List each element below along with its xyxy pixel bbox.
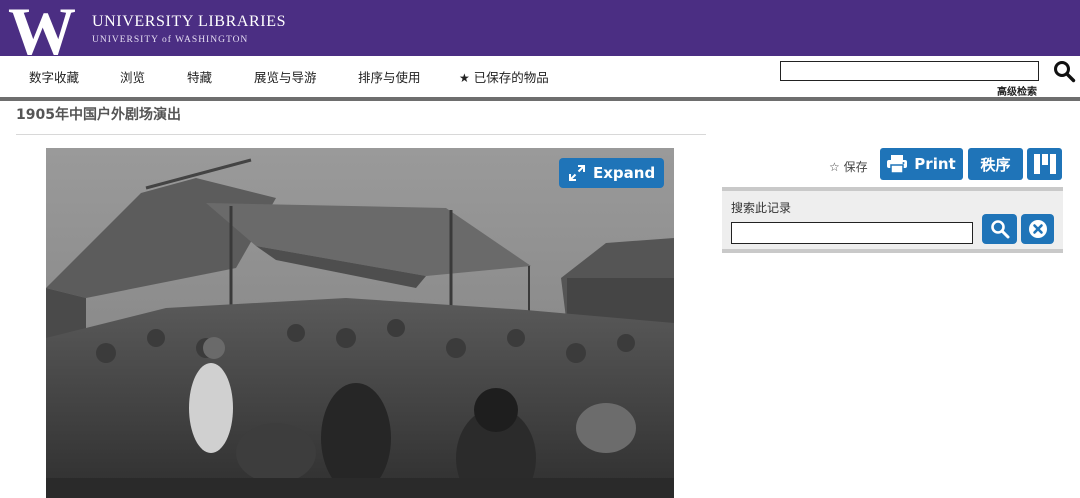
record-search-label: 搜索此记录 <box>731 201 792 215</box>
save-label: 保存 <box>843 160 868 174</box>
order-button[interactable]: 秩序 <box>968 148 1023 180</box>
expand-button[interactable]: Expand <box>559 158 664 188</box>
nav-item-exhibits[interactable]: 展览与导游 <box>254 67 317 86</box>
star-outline-icon: ☆ <box>829 160 840 174</box>
page-title: 1905年中国户外剧场演出 <box>16 107 181 123</box>
uw-logo-icon[interactable]: W <box>2 2 82 56</box>
photo-graphic <box>46 148 674 498</box>
nav-item-digital-collections[interactable]: 数字收藏 <box>29 67 79 86</box>
record-search-panel: 搜索此记录 <box>722 187 1063 253</box>
nav-item-special-collections[interactable]: 特藏 <box>187 67 212 86</box>
printer-icon <box>887 155 908 173</box>
nav-divider <box>0 97 1080 101</box>
star-icon: ★ <box>459 71 470 85</box>
save-link[interactable]: ☆ 保存 <box>829 158 868 175</box>
record-search-button[interactable] <box>982 214 1017 244</box>
brand-subtitle: UNIVERSITY of WASHINGTON <box>92 35 249 45</box>
view-toggle-button[interactable] <box>1027 148 1062 180</box>
expand-label: Expand <box>593 164 656 182</box>
expand-arrows-icon <box>569 165 585 181</box>
nav-item-saved-items[interactable]: ★ 已保存的物品 <box>459 67 549 86</box>
record-search-input[interactable] <box>731 222 973 244</box>
saved-items-label: 已保存的物品 <box>473 70 549 85</box>
svg-text:W: W <box>8 2 76 56</box>
title-divider <box>16 134 706 135</box>
main-nav: 数字收藏 浏览 特藏 展览与导游 排序与使用 ★ 已保存的物品 高级检索 <box>0 56 1080 98</box>
brand-title[interactable]: UNIVERSITY LIBRARIES <box>92 13 286 31</box>
search-icon[interactable] <box>1052 59 1076 83</box>
search-icon <box>990 220 1009 239</box>
advanced-search-link[interactable]: 高级检索 <box>997 83 1037 98</box>
nav-item-browse[interactable]: 浏览 <box>120 67 145 86</box>
print-label: Print <box>914 155 956 173</box>
columns-icon <box>1033 154 1056 174</box>
item-image[interactable] <box>46 148 674 498</box>
search-input[interactable] <box>780 61 1039 81</box>
print-button[interactable]: Print <box>880 148 963 180</box>
nav-item-order-use[interactable]: 排序与使用 <box>358 67 421 86</box>
record-clear-button[interactable] <box>1021 214 1054 244</box>
site-header: W UNIVERSITY LIBRARIES UNIVERSITY of WAS… <box>0 0 1080 56</box>
clear-icon <box>1028 220 1047 238</box>
